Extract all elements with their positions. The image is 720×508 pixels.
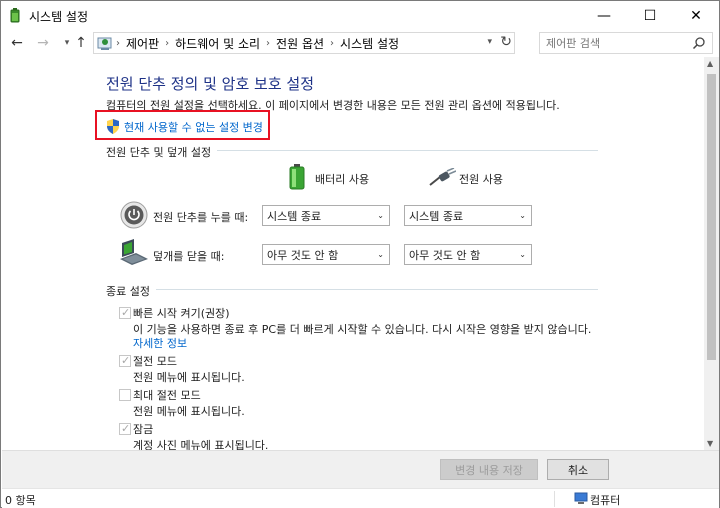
lid-close-battery-value: 아무 것도 안 함 <box>267 248 339 262</box>
lock-checkbox[interactable] <box>119 422 131 435</box>
battery-column-label: 배터리 사용 <box>315 173 370 186</box>
refresh-icon[interactable]: ↻ <box>500 34 512 50</box>
up-arrow-icon[interactable]: ↑ <box>71 32 91 54</box>
scroll-up-icon[interactable]: ▲ <box>707 59 713 68</box>
more-info-link[interactable]: 자세한 정보 <box>133 335 187 351</box>
address-dropdown-chevron-icon[interactable]: ▾ <box>487 37 492 47</box>
breadcrumb-hardware-sound[interactable]: 하드웨어 및 소리 <box>171 35 264 52</box>
vertical-scrollbar[interactable]: ▲ ▼ <box>704 57 719 450</box>
change-unavailable-settings-link[interactable]: 현재 사용할 수 없는 설정 변경 <box>124 119 263 135</box>
hibernate-description: 전원 메뉴에 표시됩니다. <box>133 405 245 418</box>
power-button-plugged-select[interactable]: 시스템 종료 ⌄ <box>404 205 532 226</box>
item-count: 0 항목 <box>5 494 36 507</box>
chevron-down-icon: ⌄ <box>377 250 384 259</box>
laptop-lid-icon <box>120 239 148 265</box>
address-bar[interactable]: › 제어판 › 하드웨어 및 소리 › 전원 옵션 › 시스템 설정 ▾ ↻ <box>93 32 515 54</box>
search-input[interactable] <box>540 33 690 53</box>
lock-description: 계정 사진 메뉴에 표시됩니다. <box>133 439 269 450</box>
power-button-battery-value: 시스템 종료 <box>267 209 322 223</box>
breadcrumb-power-options[interactable]: 전원 옵션 <box>272 35 328 52</box>
uac-shield-icon <box>107 119 119 134</box>
power-button-icon <box>120 201 148 229</box>
hibernate-label: 최대 절전 모드 <box>133 389 201 402</box>
lid-close-action-label: 덮개를 닫을 때: <box>153 250 225 263</box>
battery-icon <box>289 164 305 190</box>
system-settings-window: 시스템 설정 — ☐ ✕ ← → ▾ ↑ › 제어판 › 하드웨어 및 소리 ›… <box>0 0 720 508</box>
status-bar: 0 항목 컴퓨터 <box>2 488 719 508</box>
fast-startup-checkbox[interactable] <box>119 306 131 319</box>
forward-arrow-icon[interactable]: → <box>33 32 53 54</box>
status-divider <box>554 491 555 507</box>
maximize-button[interactable]: ☐ <box>627 1 673 30</box>
scrollbar-thumb[interactable] <box>707 74 716 360</box>
search-box[interactable] <box>539 32 713 54</box>
fast-startup-description: 이 기능을 사용하면 종료 후 PC를 더 빠르게 시작할 수 있습니다. 다시… <box>133 323 592 336</box>
back-arrow-icon[interactable]: ← <box>7 32 27 54</box>
sleep-description: 전원 메뉴에 표시됩니다. <box>133 371 245 384</box>
save-changes-button[interactable]: 변경 내용 저장 <box>440 459 538 480</box>
plugged-column-label: 전원 사용 <box>459 173 503 186</box>
location-label: 컴퓨터 <box>590 494 621 507</box>
power-button-action-label: 전원 단추를 누를 때: <box>153 211 249 224</box>
search-icon[interactable] <box>692 36 706 50</box>
fast-startup-label: 빠른 시작 켜기(권장) <box>133 307 230 320</box>
main-content: 전원 단추 정의 및 암호 보호 설정 컴퓨터의 전원 설정을 선택하세요. 이… <box>2 57 704 450</box>
button-bar: 변경 내용 저장 취소 <box>2 450 719 488</box>
close-button[interactable]: ✕ <box>673 1 719 30</box>
breadcrumb-separator[interactable]: › <box>264 38 272 49</box>
shutdown-section-heading: 종료 설정 <box>106 283 156 299</box>
hibernate-checkbox[interactable] <box>119 389 131 401</box>
chevron-down-icon: ⌄ <box>519 250 526 259</box>
computer-icon <box>574 492 588 504</box>
power-plug-icon <box>429 168 456 186</box>
chevron-down-icon: ⌄ <box>377 211 384 220</box>
sleep-label: 절전 모드 <box>133 355 177 368</box>
breadcrumb-separator[interactable]: › <box>328 38 336 49</box>
chevron-down-icon: ⌄ <box>519 211 526 220</box>
breadcrumb-system-settings[interactable]: 시스템 설정 <box>336 35 403 52</box>
sleep-checkbox[interactable] <box>119 354 131 367</box>
breadcrumb-separator[interactable]: › <box>163 38 171 49</box>
power-button-battery-select[interactable]: 시스템 종료 ⌄ <box>262 205 390 226</box>
lock-label: 잠금 <box>133 423 154 436</box>
cancel-button[interactable]: 취소 <box>547 459 609 480</box>
control-panel-icon <box>97 37 112 50</box>
lid-close-plugged-select[interactable]: 아무 것도 안 함 ⌄ <box>404 244 532 265</box>
minimize-button[interactable]: — <box>581 1 627 30</box>
window-title: 시스템 설정 <box>29 10 89 24</box>
breadcrumb-separator: › <box>116 37 120 49</box>
lid-close-plugged-value: 아무 것도 안 함 <box>409 248 481 262</box>
page-title: 전원 단추 정의 및 암호 보호 설정 <box>106 75 315 93</box>
breadcrumb-control-panel[interactable]: 제어판 <box>122 35 163 52</box>
lid-close-battery-select[interactable]: 아무 것도 안 함 ⌄ <box>262 244 390 265</box>
power-button-plugged-value: 시스템 종료 <box>409 209 464 223</box>
section-divider <box>106 289 598 290</box>
power-section-heading: 전원 단추 및 덮개 설정 <box>106 144 218 160</box>
scroll-down-icon[interactable]: ▼ <box>707 439 713 448</box>
title-bar[interactable]: 시스템 설정 — ☐ ✕ <box>1 1 719 30</box>
battery-app-icon <box>10 8 20 23</box>
navigation-bar: ← → ▾ ↑ › 제어판 › 하드웨어 및 소리 › 전원 옵션 › 시스템 … <box>1 30 719 56</box>
